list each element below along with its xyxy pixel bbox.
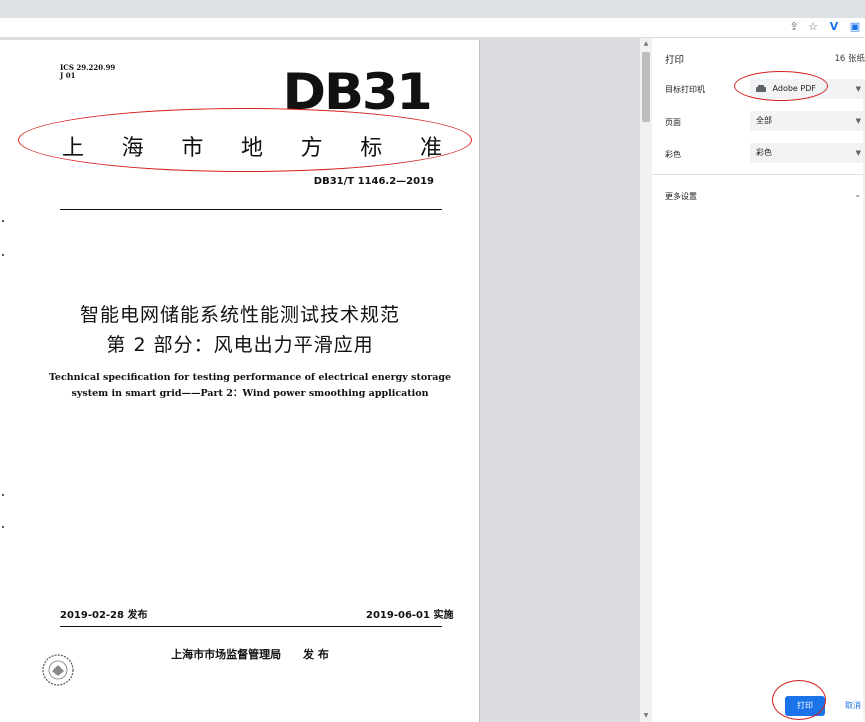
chinese-title-line-1: 智能电网储能系统性能测试技术规范 bbox=[79, 304, 400, 326]
ccs-line: J 01 bbox=[60, 71, 76, 80]
red-annotation-ellipse bbox=[772, 680, 826, 720]
chevron-down-icon: ▼ bbox=[855, 149, 861, 157]
standard-number: DB31/T 1146.2—2019 bbox=[313, 176, 434, 187]
english-title-line-2: system in smart grid——Part 2：Wind power … bbox=[71, 388, 429, 399]
chevron-down-icon[interactable]: ⌄ bbox=[854, 190, 861, 199]
scroll-down-arrow-icon[interactable]: ▼ bbox=[642, 712, 650, 720]
panel-divider bbox=[652, 174, 865, 175]
edge-mark bbox=[2, 494, 4, 496]
browser-title-bar bbox=[0, 0, 865, 18]
pages-select[interactable]: 全部 ▼ bbox=[750, 111, 865, 131]
preview-scrollbar[interactable]: ▲ ▼ bbox=[640, 38, 652, 722]
english-title-line-1: Technical specification for testing perf… bbox=[48, 372, 452, 383]
pages-value: 全部 bbox=[756, 116, 772, 125]
official-seal-icon bbox=[42, 654, 74, 686]
chinese-title-line-2: 第 2 部分：风电出力平滑应用 bbox=[106, 334, 374, 356]
issuer-suffix: 发 布 bbox=[303, 648, 329, 661]
edge-mark bbox=[2, 526, 4, 528]
ics-code: ICS 29.220.99 J 01 bbox=[60, 64, 115, 80]
sheet-count: 16 张纸 bbox=[834, 54, 865, 64]
print-panel-title: 打印 bbox=[665, 55, 685, 66]
edge-mark bbox=[2, 220, 4, 222]
print-settings-panel: 打印 16 张纸 目标打印机 Adobe PDF ▼ 页面 全部 ▼ 彩色 彩色… bbox=[652, 38, 865, 722]
extension-icon[interactable]: V bbox=[827, 20, 841, 34]
color-select[interactable]: 彩色 ▼ bbox=[750, 143, 865, 163]
pages-label: 页面 bbox=[665, 118, 681, 127]
more-settings-toggle[interactable]: 更多设置 bbox=[665, 191, 697, 202]
publish-date: 2019-02-28 发布 bbox=[60, 610, 148, 621]
header-rule bbox=[60, 209, 442, 210]
issuer: 上海市市场监督管理局 发 布 bbox=[130, 646, 370, 662]
effective-date: 2019-06-01 实施 bbox=[366, 610, 454, 621]
scrollbar-thumb[interactable] bbox=[642, 52, 650, 122]
destination-label: 目标打印机 bbox=[665, 85, 705, 94]
print-preview-area: ICS 29.220.99 J 01 DB31 上 海 市 地 方 标 准 DB… bbox=[0, 38, 640, 722]
chevron-down-icon: ▼ bbox=[855, 85, 861, 93]
chevron-down-icon: ▼ bbox=[855, 117, 861, 125]
edge-mark bbox=[2, 254, 4, 256]
red-annotation-ellipse bbox=[734, 71, 828, 101]
color-label: 彩色 bbox=[665, 150, 681, 159]
scroll-up-arrow-icon[interactable]: ▲ bbox=[642, 40, 650, 48]
cancel-button[interactable]: 取消 bbox=[833, 696, 865, 716]
issuer-name: 上海市市场监督管理局 bbox=[171, 648, 282, 661]
share-icon[interactable]: ⇪ bbox=[787, 20, 801, 34]
footer-rule bbox=[60, 626, 442, 627]
browser-toolbar: ⇪ ☆ V ▣ bbox=[0, 18, 865, 38]
color-value: 彩色 bbox=[756, 148, 772, 157]
bookmark-star-icon[interactable]: ☆ bbox=[806, 20, 820, 34]
red-annotation-ellipse bbox=[18, 108, 472, 172]
profile-icon[interactable]: ▣ bbox=[848, 20, 862, 34]
browser-print-preview: ⇪ ☆ V ▣ ICS 29.220.99 J 01 DB31 上 海 市 地 … bbox=[0, 0, 865, 722]
preview-page: ICS 29.220.99 J 01 DB31 上 海 市 地 方 标 准 DB… bbox=[0, 40, 480, 722]
